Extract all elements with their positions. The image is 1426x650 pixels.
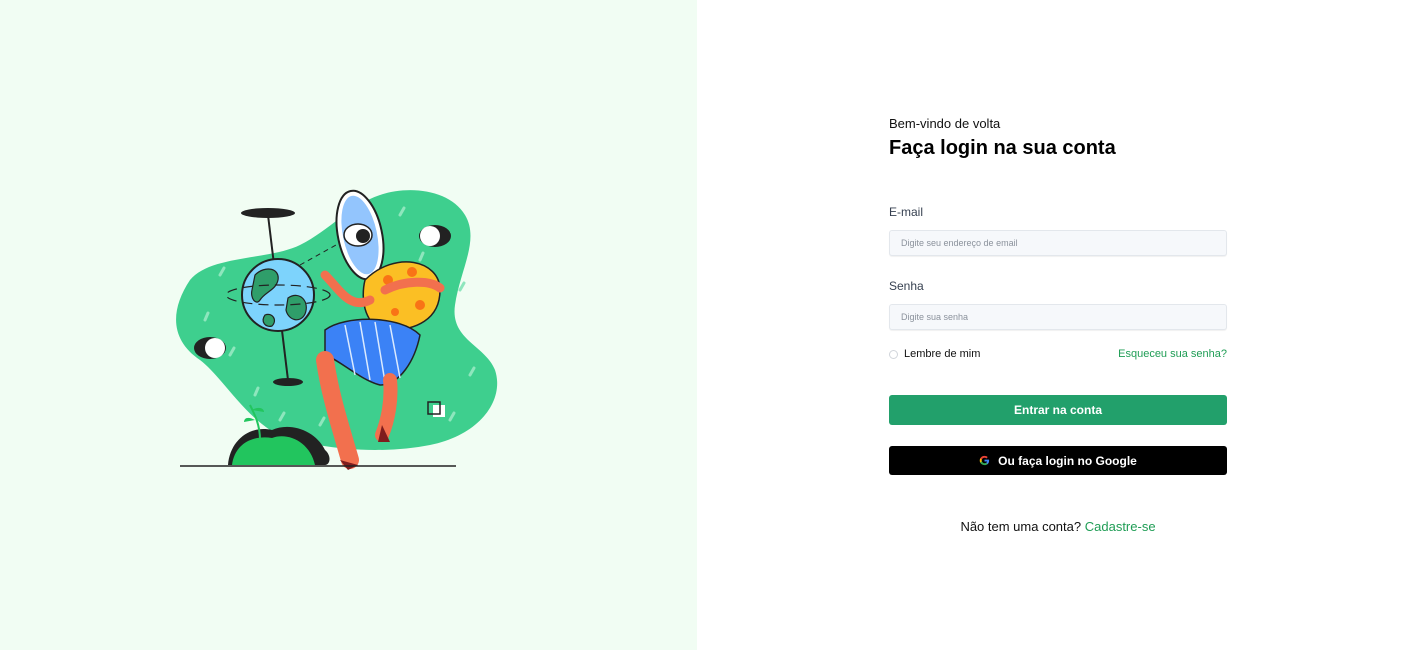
page-title: Faça login na sua conta (889, 137, 1116, 159)
signup-link[interactable]: Cadastre-se (1085, 519, 1156, 534)
signup-row: Não tem uma conta? Cadastre-se (889, 519, 1227, 534)
google-login-button[interactable]: Ou faça login no Google (889, 446, 1227, 475)
google-login-label: Ou faça login no Google (998, 453, 1137, 468)
email-field[interactable] (889, 230, 1227, 256)
login-button-label: Entrar na conta (1013, 403, 1103, 417)
login-form: Bem-vindo de volta Faça login na sua con… (889, 116, 1227, 534)
password-field[interactable] (889, 304, 1227, 330)
forgot-password-link[interactable]: Esqueceu sua senha? (1118, 348, 1227, 360)
email-label: E-mail (889, 205, 924, 219)
remember-me-label: Lembre de mim (904, 348, 981, 360)
illustration-panel (0, 0, 697, 650)
welcome-text: Bem-vindo de volta (889, 116, 1001, 131)
password-label: Senha (889, 279, 924, 293)
remember-me-checkbox[interactable] (889, 349, 898, 359)
remember-me: Lembre de mim (889, 348, 980, 360)
login-button[interactable]: Entrar na conta (889, 395, 1227, 425)
google-icon (979, 455, 990, 466)
login-panel: Bem-vindo de volta Faça login na sua con… (697, 0, 1426, 650)
options-row: Lembre de mim Esqueceu sua senha? (889, 347, 1227, 361)
no-account-text: Não tem uma conta? (960, 519, 1085, 534)
person-with-globe-illustration (176, 189, 498, 470)
